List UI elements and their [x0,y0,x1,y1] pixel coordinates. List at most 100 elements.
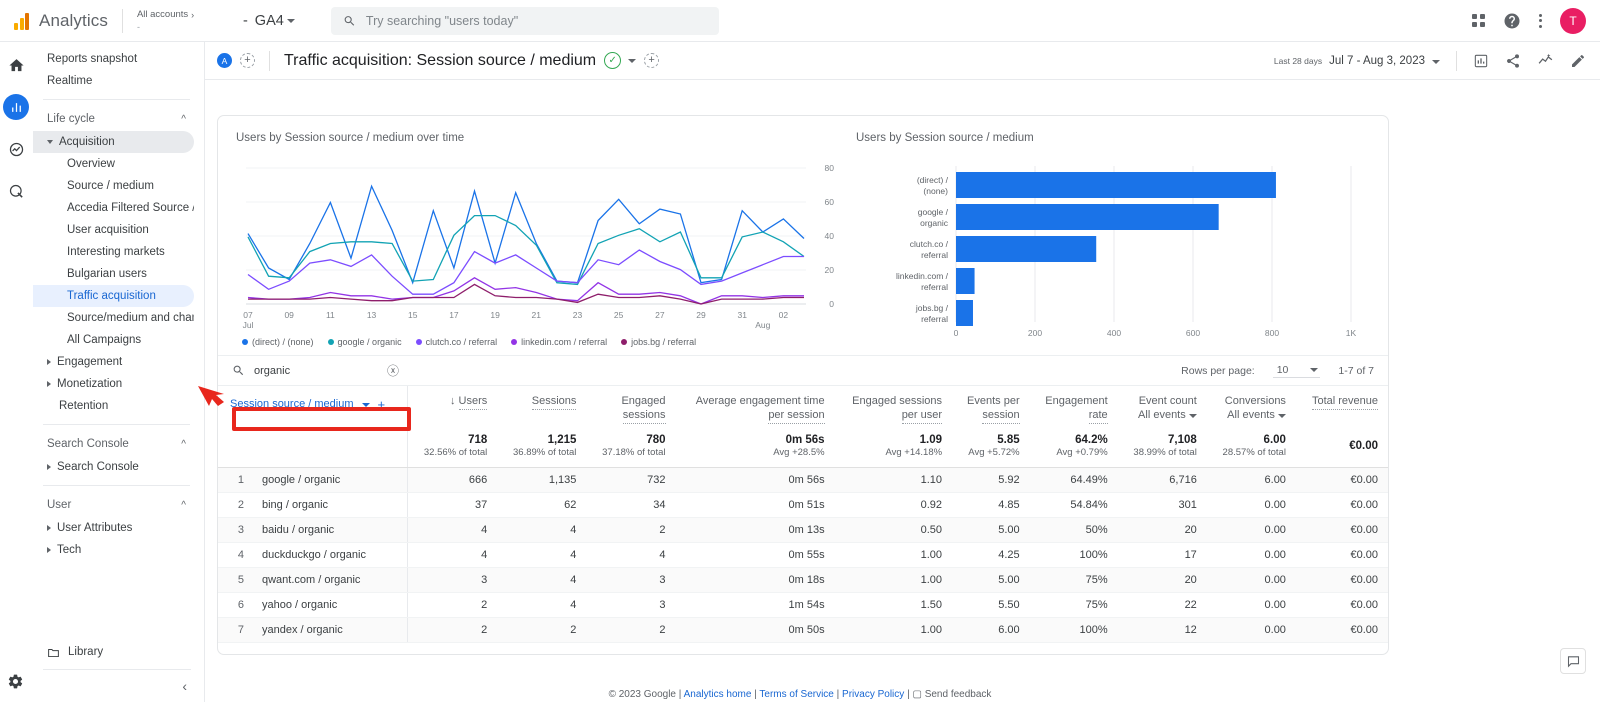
table-search-input[interactable] [254,364,374,377]
sidebar-item-bulgarian-users[interactable]: Bulgarian users [33,263,194,285]
col-header-events-per-session[interactable]: Events per session [952,386,1030,430]
table-row[interactable]: 5 qwant.com / organic 3 4 3 0m 18s 1.00 5.00 75%… [218,567,1388,593]
date-range-picker[interactable]: Last 28 days Jul 7 - Aug 3, 2023 [1274,55,1440,67]
table-row[interactable]: 1 google / organic 666 1,135 732 0m 56s 1.10 5.… [218,467,1388,493]
search-input[interactable] [365,13,707,28]
help-icon[interactable] [1503,12,1521,30]
row-metric-cell: 1,135 [497,467,587,493]
rows-per-page-select[interactable]: 10 [1272,364,1321,378]
svg-text:21: 21 [532,310,542,320]
col-header-users[interactable]: ↓ Users [407,386,498,430]
sidebar-item-library[interactable]: Library [33,641,195,663]
row-metric-cell: 6,716 [1117,467,1207,493]
sidebar-item-search-console[interactable]: Search Console [33,456,194,478]
add-comparison-button[interactable]: + [240,53,255,68]
rail-advertising-icon[interactable] [3,178,29,204]
rail-explore-icon[interactable] [3,136,29,162]
col-header-avg-engagement-time[interactable]: Average engagement time per session [676,386,835,430]
sidebar-item-reports-snapshot[interactable]: Reports snapshot [33,48,194,70]
clear-icon[interactable]: ⓧ [387,362,399,379]
sidebar-item-realtime[interactable]: Realtime [33,70,194,92]
sidebar-item-accedia-filtered-source[interactable]: Accedia Filtered Source / ... [33,197,194,219]
col-header-sessions[interactable]: Sessions [497,386,586,430]
sidebar-item-source-medium-and-channels[interactable]: Source/medium and chann... [33,307,194,329]
legend-item[interactable]: jobs.bg / referral [621,337,696,347]
kebab-menu-icon[interactable] [1539,13,1542,28]
col-header-engagement-rate[interactable]: Engagement rate [1030,386,1118,430]
footer-link-terms[interactable]: Terms of Service [759,689,833,700]
sidebar-item-monetization[interactable]: Monetization [33,373,194,395]
avatar[interactable]: T [1560,7,1586,34]
row-metric-cell: 3 [407,567,498,593]
table-search[interactable]: ⓧ [232,362,417,379]
account-picker[interactable]: All accounts › - [137,9,229,32]
rail-reports-icon[interactable] [3,94,29,120]
sidebar-item-all-campaigns[interactable]: All Campaigns [33,329,194,351]
table-row[interactable]: 3 baidu / organic 4 4 2 0m 13s 0.50 5.00 50% 20 0.… [218,517,1388,543]
sidebar-item-label: Engagement [57,356,123,368]
sidebar-group-life-cycle[interactable]: Life cycle ^ [33,107,204,131]
table-row[interactable]: 4 duckduckgo / organic 4 4 4 0m 55s 1.00 4.25 10… [218,542,1388,568]
col-header-engaged-sessions-per-user[interactable]: Engaged sessions per user [835,386,952,430]
dimension-chip[interactable]: Session source / medium + [228,395,387,415]
sidebar-item-acquisition[interactable]: Acquisition [33,131,194,153]
edit-icon[interactable] [1570,53,1586,69]
sidebar-item-tech[interactable]: Tech [33,539,194,561]
chevron-down-icon[interactable] [1277,413,1286,418]
footer-feedback[interactable]: Send feedback [925,689,992,700]
sidebar-item-retention[interactable]: Retention [33,395,194,417]
col-header-total-revenue[interactable]: Total revenue [1296,386,1388,430]
apps-grid-icon[interactable] [1472,14,1485,27]
chevron-down-icon[interactable] [1188,413,1197,418]
svg-text:17: 17 [449,310,459,320]
rail-home-icon[interactable] [3,52,29,78]
chevron-down-icon[interactable] [628,58,637,63]
sidebar-group-user[interactable]: User ^ [33,493,204,517]
row-dimension-value[interactable]: yandex / organic [252,617,408,643]
row-dimension-value[interactable]: yahoo / organic [252,592,408,618]
legend-item[interactable]: (direct) / (none) [242,337,314,347]
row-dimension-value[interactable]: baidu / organic [252,517,408,543]
footer-link-privacy[interactable]: Privacy Policy [842,689,904,700]
sidebar-item-interesting-markets[interactable]: Interesting markets [33,241,194,263]
row-dimension-value[interactable]: bing / organic [252,492,408,518]
sidebar-item-row: Engagement [47,356,122,368]
feedback-fab-button[interactable] [1560,648,1586,674]
global-search[interactable] [330,6,719,35]
sidebar-item-source-medium[interactable]: Source / medium [33,175,194,197]
row-metric-cell: 4 [586,542,676,568]
row-dimension-value[interactable]: google / organic [252,467,408,493]
sidebar-item-row: Library [47,646,103,659]
sidebar-item-user-attributes[interactable]: User Attributes [33,517,194,539]
legend-item[interactable]: clutch.co / referral [415,337,497,347]
sidebar-item-overview[interactable]: Overview [33,153,194,175]
col-header-conversions[interactable]: Conversions All events [1207,386,1296,430]
row-dimension-value[interactable]: duckduckgo / organic [252,542,408,568]
compare-icon[interactable] [1473,53,1489,69]
sidebar-item-user-acquisition[interactable]: User acquisition [33,219,194,241]
row-dimension-value[interactable]: qwant.com / organic [252,567,408,593]
legend-item[interactable]: google / organic [327,337,402,347]
totals-cell: 780 37.18% of total [586,429,676,468]
table-row[interactable]: 2 bing / organic 37 62 34 0m 51s 0.92 4.85 54.84… [218,492,1388,518]
table-row[interactable]: 7 yandex / organic 2 2 2 0m 50s 1.00 6.00 100% 12… [218,617,1388,643]
validation-check-icon[interactable]: ✓ [604,52,622,69]
sidebar-item-traffic-acquisition[interactable]: Traffic acquisition [33,285,194,307]
bar-chart[interactable]: (direct) / (none) google / organic clutch.co… [856,150,1371,350]
property-picker[interactable]: - GA4 [243,13,295,29]
admin-gear-icon[interactable] [7,673,24,690]
legend-label: jobs.bg / referral [631,337,697,347]
insights-icon[interactable] [1537,52,1554,69]
legend-item[interactable]: linkedin.com / referral [511,337,607,347]
add-filter-button[interactable]: + [644,53,660,68]
col-header-engaged-sessions[interactable]: Engaged sessions [586,386,675,430]
col-label-2: per user [901,409,943,424]
footer-link-analytics-home[interactable]: Analytics home [684,689,752,700]
add-dimension-icon[interactable]: + [378,397,386,413]
col-header-event-count[interactable]: Event count All events [1118,386,1207,430]
share-icon[interactable] [1505,53,1521,69]
table-row[interactable]: 6 yahoo / organic 2 4 3 1m 54s 1.50 5.50 75% 22 0.… [218,592,1388,618]
sidebar-item-engagement[interactable]: Engagement [33,351,194,373]
line-chart[interactable]: 07 09 11 13 15 17 19 21 23 25 27 29 31 02 Jul Aug 80 60… [236,150,836,335]
sidebar-group-search-console[interactable]: Search Console ^ [33,432,204,456]
